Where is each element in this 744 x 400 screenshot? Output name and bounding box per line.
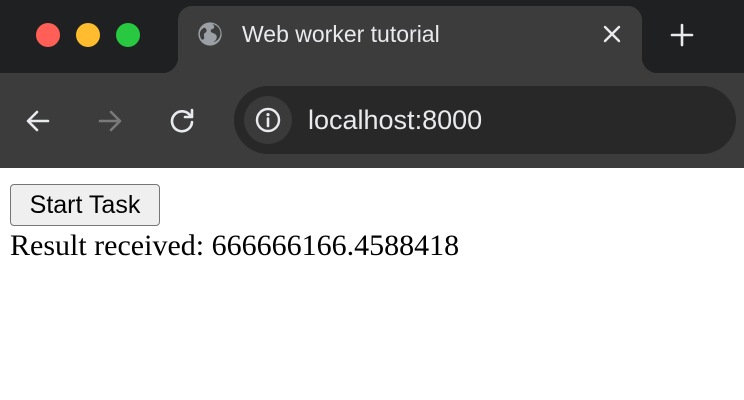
tab-web-worker-tutorial[interactable]: Web worker tutorial <box>162 6 658 73</box>
tab-strip: Web worker tutorial <box>0 0 744 73</box>
new-tab-plus-icon[interactable] <box>668 21 696 49</box>
back-arrow-icon[interactable] <box>22 105 54 137</box>
site-info-button[interactable] <box>244 96 292 144</box>
url-text[interactable]: localhost:8000 <box>308 106 482 134</box>
reload-icon[interactable] <box>166 105 198 137</box>
forward-arrow-icon[interactable] <box>94 105 126 137</box>
globe-icon <box>196 20 224 48</box>
info-icon <box>255 107 281 133</box>
window-close-button[interactable] <box>36 23 60 47</box>
browser-window: Web worker tutorial localhost:8000 Start… <box>0 0 744 400</box>
page-content: Start Task Result received: 666666166.45… <box>0 168 744 400</box>
window-maximize-button[interactable] <box>116 23 140 47</box>
start-task-button[interactable]: Start Task <box>10 184 160 226</box>
result-text: Result received: 666666166.4588418 <box>10 229 460 262</box>
address-bar[interactable]: localhost:8000 <box>234 86 736 154</box>
tab-close-icon[interactable] <box>600 22 624 46</box>
window-minimize-button[interactable] <box>76 23 100 47</box>
browser-toolbar: localhost:8000 <box>0 73 744 168</box>
tab-title: Web worker tutorial <box>242 21 440 47</box>
